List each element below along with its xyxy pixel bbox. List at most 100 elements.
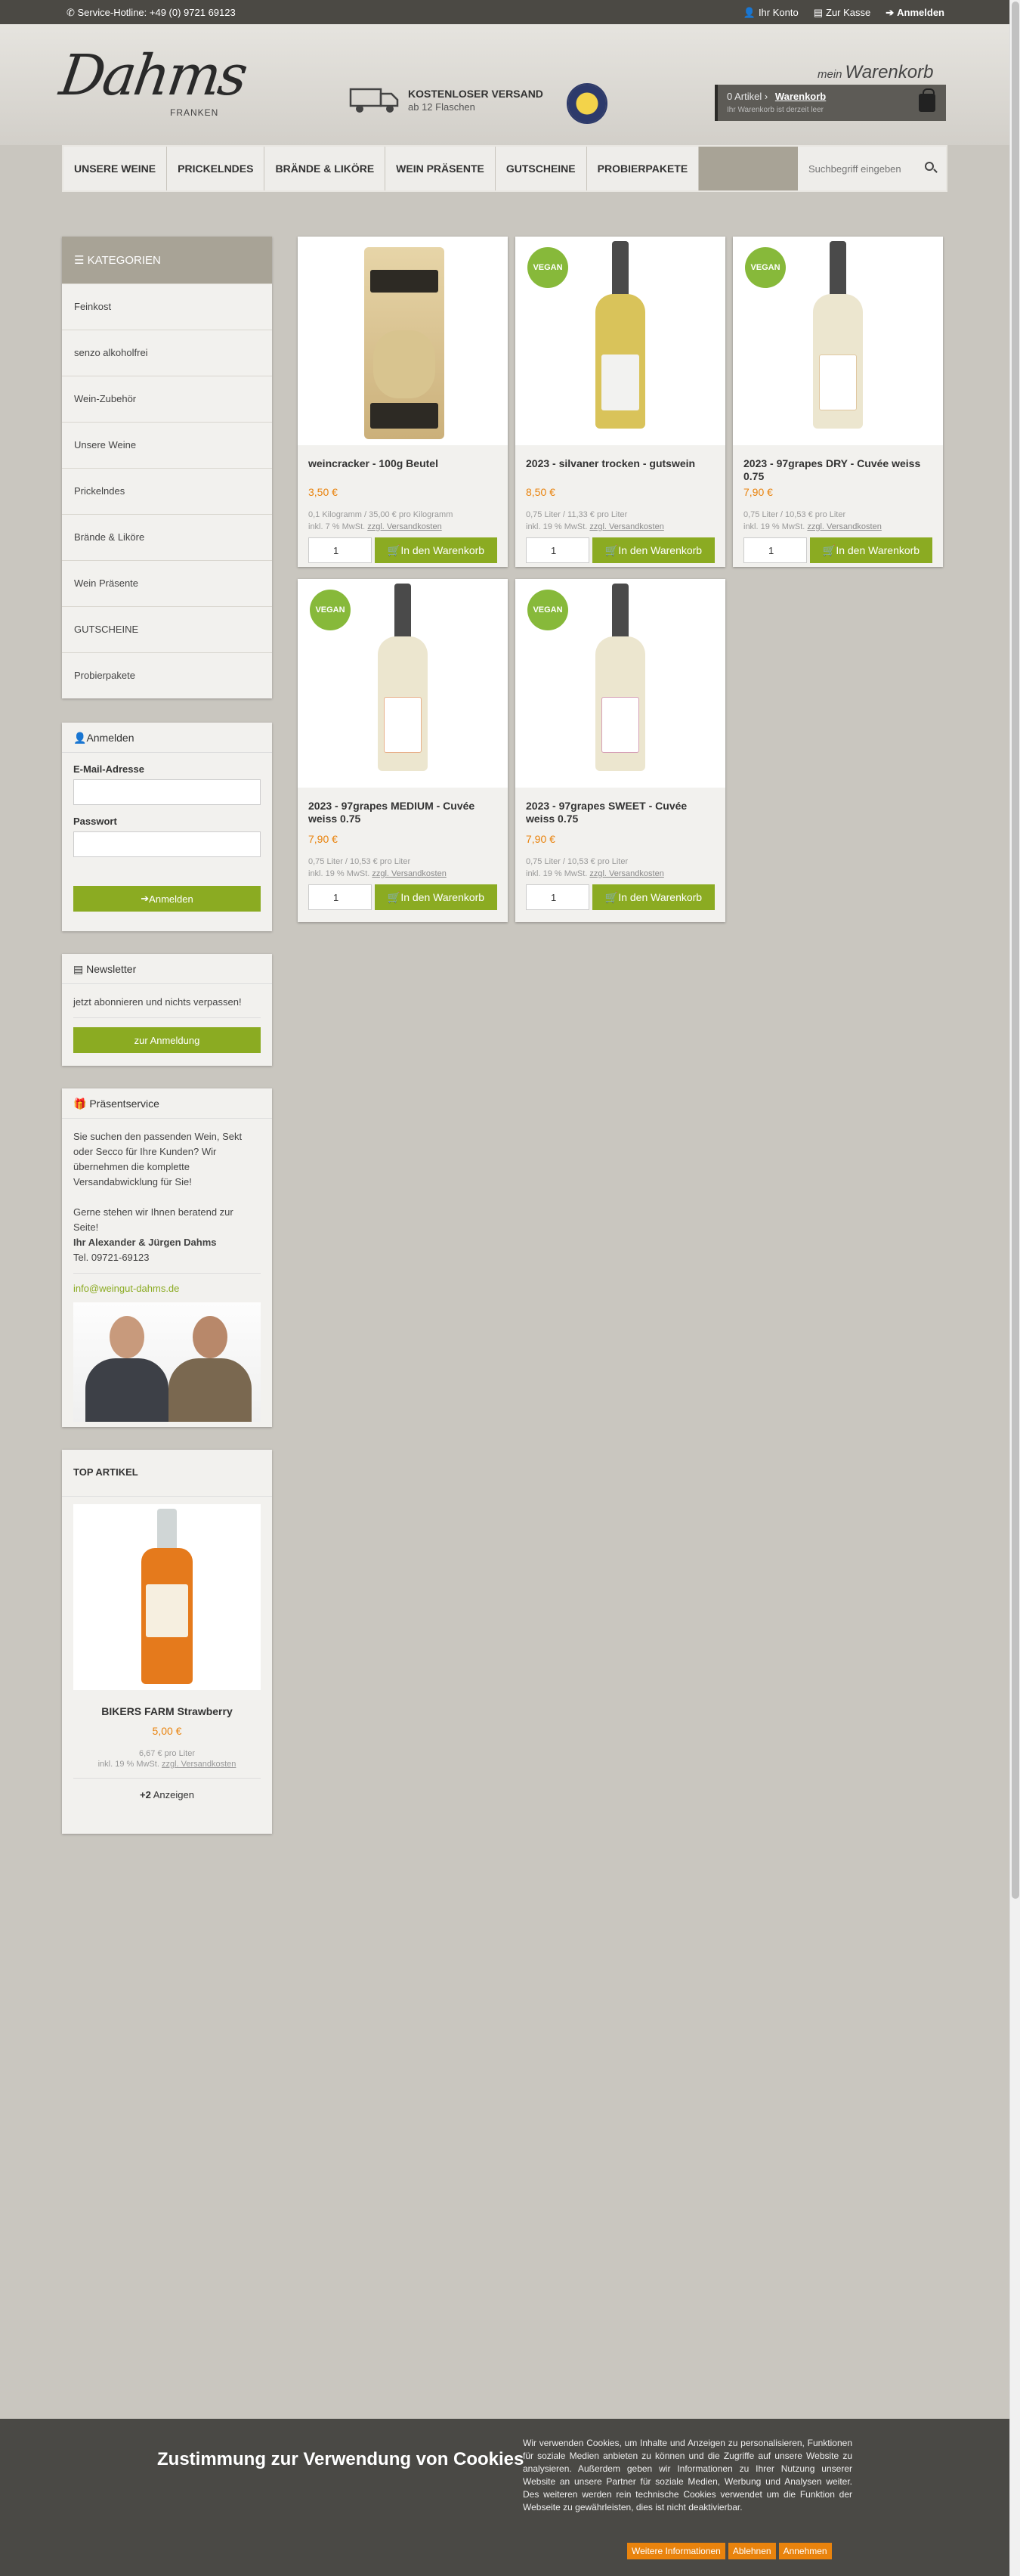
product-tax: inkl. 19 % MwSt. (308, 869, 370, 878)
nav-prickelndes[interactable]: PRICKELNDES (167, 147, 265, 190)
cookie-title: Zustimmung zur Verwendung von Cookies (157, 2449, 524, 2469)
top-articles-box: TOP ARTIKEL BIKERS FARM Strawberry 5,00 … (62, 1450, 272, 1834)
present-text: Sie suchen den passenden Wein, Sekt oder… (73, 1131, 243, 1187)
search-input[interactable] (808, 163, 922, 175)
scrollbar-thumb[interactable] (1012, 2, 1019, 1899)
search-icon[interactable] (925, 162, 934, 171)
top-article-price: 5,00 € (152, 1725, 182, 1737)
checkout-link[interactable]: ▤ Zur Kasse (814, 7, 871, 19)
category-wein-praesente[interactable]: Wein Präsente (62, 560, 272, 606)
category-braende-likoere[interactable]: Brände & Liköre (62, 514, 272, 560)
quantity-input[interactable]: 1 (308, 537, 372, 563)
login-box: 👤Anmelden E-Mail-Adresse Passwort ➔ Anme… (62, 723, 272, 931)
category-senzo-alkoholfrei[interactable]: senzo alkoholfrei (62, 330, 272, 376)
add-to-cart-button[interactable]: 🛒 In den Warenkorb (592, 537, 715, 563)
mini-cart[interactable]: 0 Artikel › Warenkorb Ihr Warenkorb ist … (715, 85, 946, 121)
shipping-costs-link[interactable]: zzgl. Versandkosten (589, 869, 663, 878)
cookie-decline-button[interactable]: Ablehnen (728, 2543, 776, 2559)
shipping-costs-link[interactable]: zzgl. Versandkosten (372, 869, 446, 878)
login-button[interactable]: ➔ Anmelden (73, 886, 261, 912)
product-card: VEGAN 2023 - 97grapes MEDIUM - Cuvée wei… (298, 579, 508, 922)
cart-link[interactable]: Warenkorb (775, 91, 826, 102)
quantity-input[interactable]: 1 (526, 537, 589, 563)
cart-icon: 🛒 (604, 890, 619, 903)
chevron-right-icon: › (764, 91, 771, 102)
user-icon: 👤 (73, 732, 87, 744)
nav-braende-likoere[interactable]: BRÄNDE & LIKÖRE (264, 147, 386, 190)
present-email-link[interactable]: info@weingut-dahms.de (73, 1283, 179, 1294)
phone-icon: ✆ (66, 7, 78, 18)
cookie-consent-banner: Zustimmung zur Verwendung von Cookies Wi… (0, 2419, 1009, 2576)
wine-bottle-image (595, 584, 645, 771)
category-prickelndes[interactable]: Prickelndes (62, 468, 272, 514)
quality-seal (567, 83, 607, 124)
checkout-icon: ▤ (813, 7, 823, 18)
cookie-more-info-button[interactable]: Weitere Informationen (627, 2543, 725, 2559)
product-unit-price: 0,75 Liter / 10,53 € pro Liter (526, 857, 629, 866)
service-hotline: ✆ Service-Hotline: +49 (0) 9721 69123 (66, 7, 236, 18)
product-name[interactable]: 2023 - 97grapes DRY - Cuvée weiss 0.75 (743, 457, 932, 485)
newsletter-signup-button[interactable]: zur Anmeldung (73, 1027, 261, 1053)
top-article-image[interactable] (73, 1504, 261, 1690)
cookie-accept-button[interactable]: Annehmen (778, 2543, 832, 2559)
logo[interactable]: Dahms FRANKEN (56, 43, 249, 118)
top-articles-header: TOP ARTIKEL (62, 1450, 272, 1497)
cookie-text: Wir verwenden Cookies, um Inhalte und An… (523, 2438, 852, 2513)
nav-unsere-weine[interactable]: UNSERE WEINE (63, 147, 168, 190)
sign-in-icon: ➔ (141, 893, 150, 904)
wine-bottle-image (378, 584, 428, 771)
vegan-badge: VEGAN (310, 590, 351, 630)
category-gutscheine[interactable]: GUTSCHEINE (62, 606, 272, 652)
category-unsere-weine[interactable]: Unsere Weine (62, 422, 272, 468)
login-header: 👤Anmelden (62, 723, 272, 753)
product-unit-price: 0,1 Kilogramm / 35,00 € pro Kilogramm (308, 510, 453, 519)
present-phone: Tel. 09721-69123 (73, 1252, 150, 1263)
product-price: 8,50 € (526, 486, 555, 498)
cart-note: Ihr Warenkorb ist derzeit leer (727, 106, 824, 114)
present-service-header: 🎁 Präsentservice (62, 1088, 272, 1119)
password-field[interactable] (73, 831, 261, 857)
page-scrollbar[interactable] (1009, 0, 1020, 2576)
email-field[interactable] (73, 779, 261, 805)
product-tax: inkl. 19 % MwSt. (526, 869, 588, 878)
quantity-input[interactable]: 1 (308, 884, 372, 910)
product-name[interactable]: 2023 - silvaner trocken - gutswein (526, 457, 715, 485)
top-article-shipping-link[interactable]: zzgl. Versandkosten (162, 1760, 236, 1769)
product-unit-price: 0,75 Liter / 10,53 € pro Liter (743, 510, 846, 519)
shipping-costs-link[interactable]: zzgl. Versandkosten (807, 522, 881, 531)
newsletter-box: ▤ Newsletter jetzt abonnieren und nichts… (62, 954, 272, 1066)
show-more-link[interactable]: +2 Anzeigen (62, 1789, 272, 1800)
login-link[interactable]: ➔ Anmelden (886, 7, 944, 19)
product-name[interactable]: weincracker - 100g Beutel (308, 457, 497, 485)
password-label: Passwort (73, 816, 117, 827)
quantity-input[interactable]: 1 (526, 884, 589, 910)
product-image[interactable]: VEGAN (298, 579, 508, 788)
product-image[interactable]: VEGAN (733, 237, 943, 445)
newsletter-text: jetzt abonnieren und nichts verpassen! (73, 996, 242, 1008)
category-probierpakete[interactable]: Probierpakete (62, 652, 272, 698)
add-to-cart-button[interactable]: 🛒 In den Warenkorb (810, 537, 932, 563)
nav-probierpakete[interactable]: PROBIERPAKETE (586, 147, 700, 190)
category-wein-zubehoer[interactable]: Wein-Zubehör (62, 376, 272, 422)
shipping-costs-link[interactable]: zzgl. Versandkosten (367, 522, 441, 531)
account-link[interactable]: 👤 Ihr Konto (743, 7, 799, 19)
quantity-input[interactable]: 1 (743, 537, 807, 563)
nav-wein-praesente[interactable]: WEIN PRÄSENTE (385, 147, 496, 190)
header: Dahms FRANKEN KOSTENLOSER VERSAND ab 12 … (0, 24, 1009, 145)
product-image[interactable] (298, 237, 508, 445)
cart-title: mein Warenkorb (818, 62, 934, 82)
product-image[interactable]: VEGAN (515, 579, 725, 788)
nav-gutscheine[interactable]: GUTSCHEINE (495, 147, 587, 190)
product-name[interactable]: 2023 - 97grapes MEDIUM - Cuvée weiss 0.7… (308, 800, 497, 827)
shipping-costs-link[interactable]: zzgl. Versandkosten (589, 522, 663, 531)
product-card: VEGAN 2023 - 97grapes DRY - Cuvée weiss … (733, 237, 943, 567)
product-name[interactable]: 2023 - 97grapes SWEET - Cuvée weiss 0.75 (526, 800, 715, 827)
add-to-cart-button[interactable]: 🛒 In den Warenkorb (375, 537, 497, 563)
add-to-cart-button[interactable]: 🛒 In den Warenkorb (592, 884, 715, 910)
search-box (798, 147, 946, 190)
top-article-name[interactable]: BIKERS FARM Strawberry (62, 1705, 272, 1717)
product-unit-price: 0,75 Liter / 10,53 € pro Liter (308, 857, 411, 866)
add-to-cart-button[interactable]: 🛒 In den Warenkorb (375, 884, 497, 910)
category-feinkost[interactable]: Feinkost (62, 283, 272, 330)
product-image[interactable]: VEGAN (515, 237, 725, 445)
